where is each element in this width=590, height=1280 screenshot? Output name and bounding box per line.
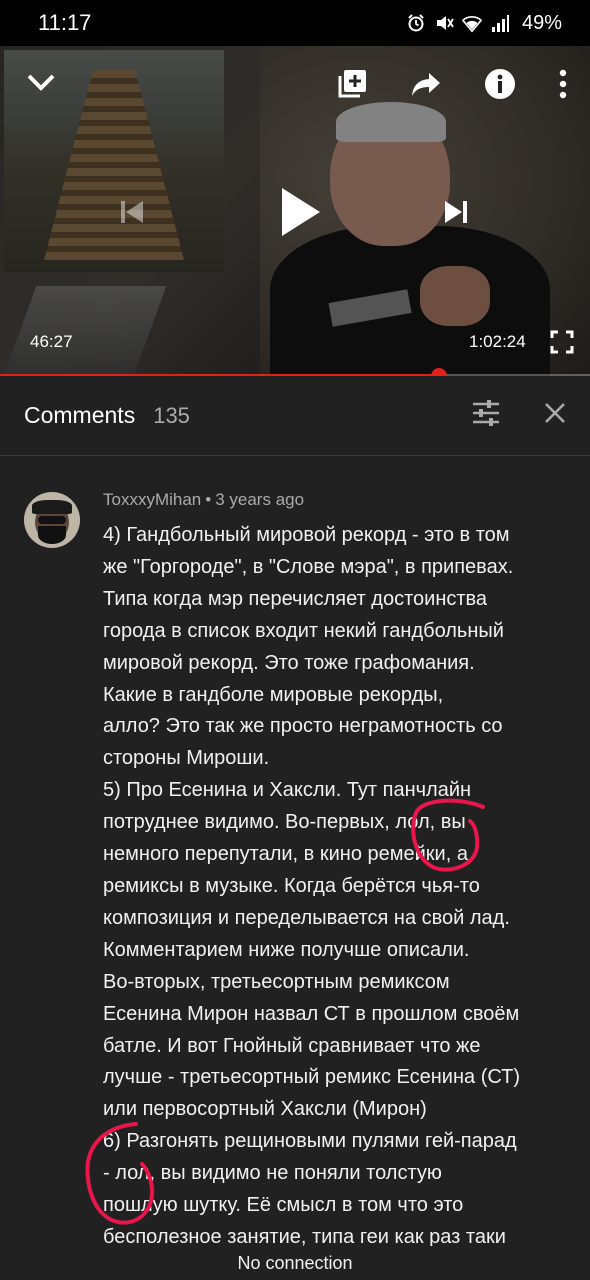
comments-header: Comments 135 <box>0 376 590 456</box>
info-button[interactable] <box>480 64 520 104</box>
alarm-icon <box>406 13 426 33</box>
video-player[interactable]: 46:27 1:02:24 <box>0 46 590 376</box>
avatar[interactable] <box>24 492 80 548</box>
connection-toast: No connection <box>0 1246 590 1280</box>
more-button[interactable] <box>548 64 578 104</box>
comment-item[interactable]: ToxxxyMihan • 3 years ago 4) Гандбольный м… <box>0 470 590 1250</box>
comments-count: 135 <box>153 402 190 428</box>
mute-icon <box>434 13 454 33</box>
current-time: 46:27 <box>30 332 73 351</box>
next-button[interactable] <box>436 192 476 232</box>
previous-icon <box>121 201 143 223</box>
share-button[interactable] <box>406 64 446 104</box>
close-comments-button[interactable] <box>544 402 566 429</box>
sort-filter-icon <box>473 400 499 426</box>
comment-text: 4) Гандбольный мировой рекорд - это в то… <box>103 524 521 1248</box>
play-button[interactable] <box>268 180 332 244</box>
wifi-icon <box>461 13 482 33</box>
status-icons: 49% <box>406 12 562 35</box>
add-to-playlist-icon <box>338 70 366 98</box>
info-icon <box>485 69 515 99</box>
previous-button[interactable] <box>112 192 152 232</box>
close-icon <box>545 403 565 423</box>
fullscreen-button[interactable] <box>546 326 578 358</box>
comment-time: 3 years ago <box>215 490 305 509</box>
next-icon <box>445 201 467 223</box>
collapse-button[interactable] <box>18 62 64 102</box>
chevron-down-icon <box>27 74 55 91</box>
status-time: 11:17 <box>38 10 92 35</box>
meta-separator: • <box>205 490 212 509</box>
more-icon <box>559 69 567 99</box>
play-icon <box>282 188 320 236</box>
sort-comments-button[interactable] <box>472 400 500 431</box>
status-bar: 11:17 49% <box>0 0 590 46</box>
battery-percent: 49% <box>521 11 562 34</box>
comments-title: Comments <box>24 402 136 428</box>
duration: 1:02:24 <box>469 332 526 351</box>
signal-icon <box>490 13 510 33</box>
fullscreen-icon <box>550 330 574 354</box>
add-to-playlist-button[interactable] <box>332 64 372 104</box>
comment-meta: ToxxxyMihan • 3 years ago <box>103 490 304 510</box>
share-icon <box>412 73 440 96</box>
comment-author[interactable]: ToxxxyMihan <box>103 490 201 509</box>
